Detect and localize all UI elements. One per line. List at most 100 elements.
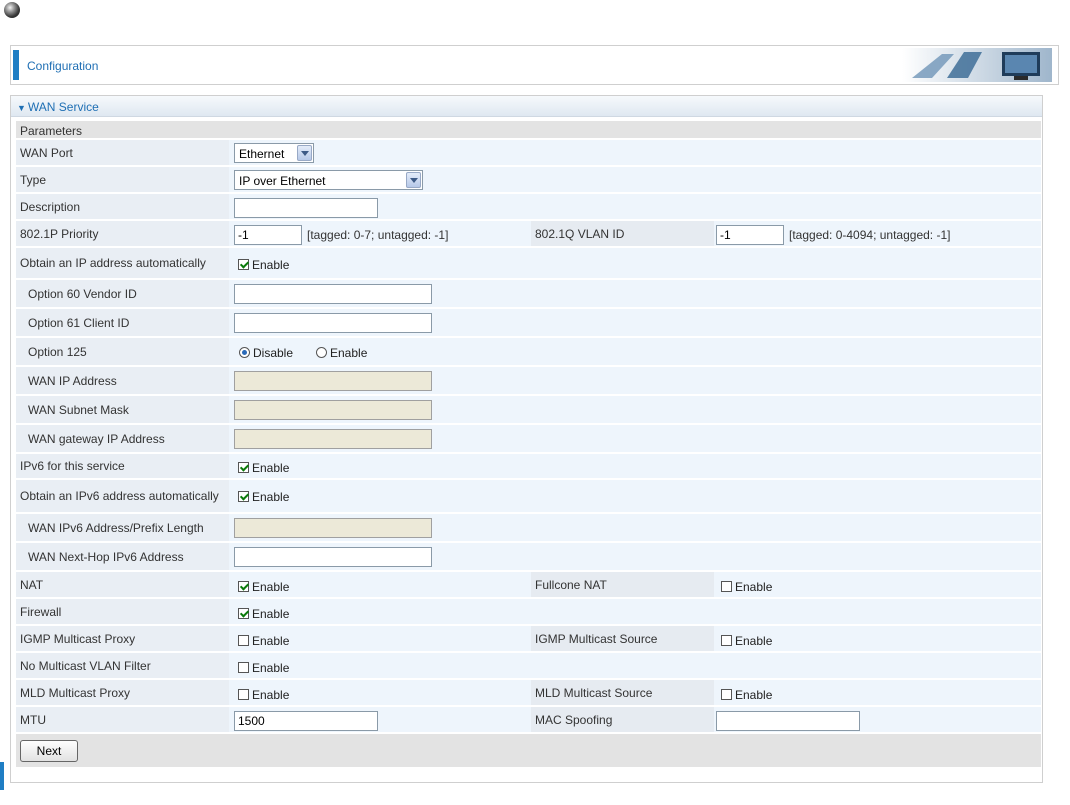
vlan-id-input[interactable]: [716, 225, 784, 245]
ipv6-service-label: IPv6 for this service: [20, 459, 125, 473]
obtain-ipv6-enable-label: Enable: [252, 490, 290, 504]
mtu-row: MTU MAC Spoofing: [16, 707, 1041, 734]
no-mcast-vlan-label: No Multicast VLAN Filter: [20, 658, 151, 673]
type-select[interactable]: IP over Ethernet: [234, 170, 423, 190]
obtain-ipv6-label: Obtain an IPv6 address automatically: [20, 489, 219, 503]
option125-label: Option 125: [28, 344, 87, 359]
igmp-proxy-checkbox[interactable]: [238, 635, 249, 646]
mld-source-enable-label: Enable: [735, 688, 773, 702]
wan-ipv6-prefix-label: WAN IPv6 Address/Prefix Length: [28, 520, 204, 535]
mld-proxy-checkbox[interactable]: [238, 689, 249, 700]
wan-gateway-input[interactable]: [234, 429, 432, 449]
mld-row: MLD Multicast Proxy Enable MLD Multicast…: [16, 680, 1041, 707]
parameters-heading: Parameters: [20, 124, 83, 138]
chevron-down-icon[interactable]: [297, 145, 312, 161]
description-row: Description: [16, 194, 1041, 221]
mtu-input[interactable]: [234, 711, 378, 731]
wan-mask-row: WAN Subnet Mask: [16, 396, 1041, 425]
wan-port-value: Ethernet: [239, 147, 285, 161]
header-computer-icon: [902, 48, 1052, 82]
no-mcast-vlan-checkbox[interactable]: [238, 662, 249, 673]
wan-port-label: WAN Port: [20, 145, 73, 160]
priority-input[interactable]: [234, 225, 302, 245]
obtain-ipv6-checkbox[interactable]: [238, 491, 249, 502]
bullet-icon: [4, 2, 20, 18]
description-label: Description: [20, 199, 81, 214]
wan-gateway-row: WAN gateway IP Address: [16, 425, 1041, 454]
obtain-ipv6-row: Obtain an IPv6 address automatically Ena…: [16, 480, 1041, 514]
wan-service-panel: ▼ WAN Service Parameters WAN Port Etherne…: [10, 95, 1043, 783]
option60-label: Option 60 Vendor ID: [28, 286, 137, 301]
parameters-heading-row: Parameters: [16, 121, 1041, 140]
igmp-source-label: IGMP Multicast Source: [535, 631, 658, 646]
option61-label: Option 61 Client ID: [28, 315, 130, 330]
option61-row: Option 61 Client ID: [16, 309, 1041, 338]
chevron-down-icon[interactable]: [406, 172, 421, 188]
wan-mask-input[interactable]: [234, 400, 432, 420]
fullcone-nat-enable-label: Enable: [735, 580, 773, 594]
mld-proxy-label: MLD Multicast Proxy: [20, 685, 131, 700]
wan-ip-label: WAN IP Address: [28, 373, 117, 388]
type-label: Type: [20, 172, 47, 187]
nat-row: NAT Enable Fullcone NAT Enable: [16, 572, 1041, 599]
ipv6-service-checkbox[interactable]: [238, 462, 249, 473]
wan-mask-label: WAN Subnet Mask: [28, 402, 129, 417]
obtain-ip-checkbox[interactable]: [238, 259, 249, 270]
ipv6-service-enable-label: Enable: [252, 461, 290, 475]
type-row: Type IP over Ethernet: [16, 167, 1041, 194]
option125-enable-radio[interactable]: [316, 347, 327, 358]
no-mcast-vlan-enable-label: Enable: [252, 661, 290, 675]
mld-source-checkbox[interactable]: [721, 689, 732, 700]
page-title: Configuration: [27, 59, 99, 73]
wan-ipv6-prefix-input[interactable]: [234, 518, 432, 538]
igmp-source-enable-label: Enable: [735, 634, 773, 648]
configuration-header: Configuration: [10, 45, 1059, 85]
nat-enable-label: Enable: [252, 580, 290, 594]
wan-nexthop-ipv6-row: WAN Next-Hop IPv6 Address: [16, 543, 1041, 572]
wan-ipv6-prefix-row: WAN IPv6 Address/Prefix Length: [16, 514, 1041, 543]
firewall-enable-label: Enable: [252, 607, 290, 621]
ipv6-service-row: IPv6 for this service Enable: [16, 454, 1041, 480]
option125-disable-radio[interactable]: [239, 347, 250, 358]
wan-nexthop-ipv6-input[interactable]: [234, 547, 432, 567]
firewall-label: Firewall: [20, 604, 62, 619]
description-input[interactable]: [234, 198, 378, 218]
firewall-row: Firewall Enable: [16, 599, 1041, 626]
no-mcast-vlan-row: No Multicast VLAN Filter Enable: [16, 653, 1041, 680]
priority-hint: [tagged: 0-7; untagged: -1]: [307, 228, 449, 242]
wan-ip-row: WAN IP Address: [16, 367, 1041, 396]
nat-checkbox[interactable]: [238, 581, 249, 592]
igmp-proxy-enable-label: Enable: [252, 634, 290, 648]
mac-spoofing-label: MAC Spoofing: [535, 712, 613, 727]
igmp-source-checkbox[interactable]: [721, 635, 732, 646]
wan-port-select[interactable]: Ethernet: [234, 143, 314, 163]
obtain-ip-label: Obtain an IP address automatically: [20, 256, 206, 270]
left-accent-mark: [0, 762, 4, 790]
collapse-triangle-icon[interactable]: ▼: [17, 103, 26, 113]
wan-ip-input[interactable]: [234, 371, 432, 391]
footer-row: Next: [16, 734, 1041, 767]
fullcone-nat-checkbox[interactable]: [721, 581, 732, 592]
wan-port-row: WAN Port Ethernet: [16, 140, 1041, 167]
mtu-label: MTU: [20, 712, 46, 727]
wan-gateway-label: WAN gateway IP Address: [28, 431, 165, 446]
priority-label: 802.1P Priority: [20, 226, 99, 241]
option60-input[interactable]: [234, 284, 432, 304]
wan-service-header[interactable]: ▼ WAN Service: [11, 96, 1042, 117]
next-button[interactable]: Next: [20, 740, 78, 762]
nat-label: NAT: [20, 577, 44, 592]
config-accent-bar: [13, 50, 19, 80]
mld-source-label: MLD Multicast Source: [535, 685, 653, 700]
type-value: IP over Ethernet: [239, 174, 326, 188]
vlan-id-hint: [tagged: 0-4094; untagged: -1]: [789, 228, 951, 242]
option61-input[interactable]: [234, 313, 432, 333]
option125-enable-label: Enable: [330, 346, 368, 360]
obtain-ip-enable-label: Enable: [252, 258, 290, 272]
wan-nexthop-ipv6-label: WAN Next-Hop IPv6 Address: [28, 549, 184, 564]
firewall-checkbox[interactable]: [238, 608, 249, 619]
fullcone-nat-label: Fullcone NAT: [535, 577, 607, 592]
mac-spoofing-input[interactable]: [716, 711, 860, 731]
option125-row: Option 125 Disable Enable: [16, 338, 1041, 367]
wan-service-title: WAN Service: [27, 100, 99, 114]
option60-row: Option 60 Vendor ID: [16, 280, 1041, 309]
